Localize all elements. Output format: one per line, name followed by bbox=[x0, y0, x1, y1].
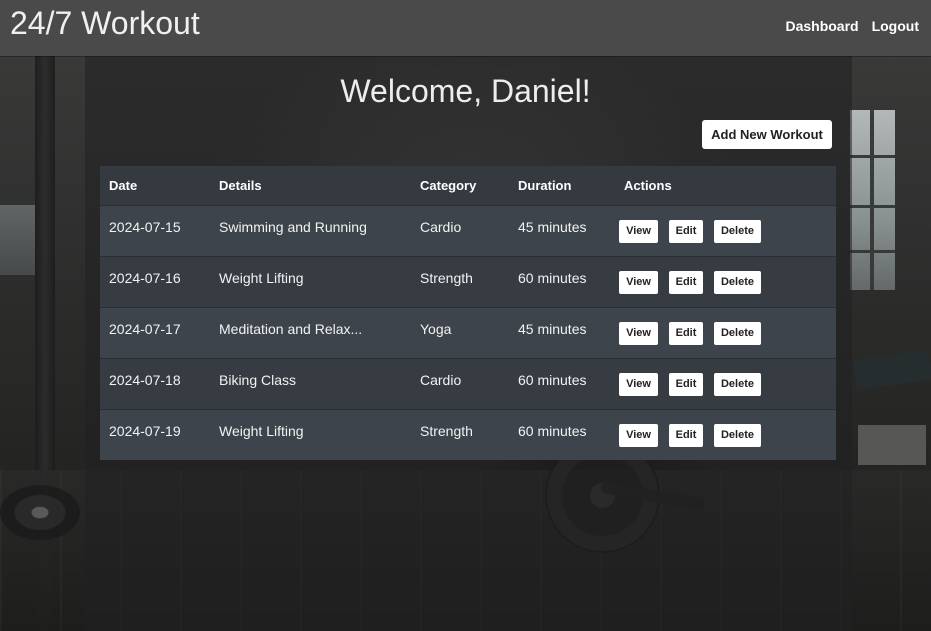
background-dumbbell bbox=[0, 485, 80, 540]
background-bench bbox=[853, 349, 931, 391]
edit-button[interactable]: Edit bbox=[669, 219, 703, 243]
cell-category: Cardio bbox=[420, 371, 462, 388]
edit-button[interactable]: Edit bbox=[669, 423, 703, 447]
column-header-details: Details bbox=[219, 177, 262, 193]
cell-details: Weight Lifting bbox=[219, 269, 304, 286]
cell-actions: View Edit Delete bbox=[615, 205, 836, 256]
nav-dashboard-link[interactable]: Dashboard bbox=[785, 18, 858, 35]
cell-duration: 45 minutes bbox=[518, 320, 587, 337]
delete-button[interactable]: Delete bbox=[714, 321, 761, 345]
delete-button[interactable]: Delete bbox=[714, 270, 761, 294]
column-header-category: Category bbox=[420, 177, 477, 193]
page-title: Welcome, Daniel! bbox=[340, 73, 591, 109]
column-header-date: Date bbox=[109, 177, 138, 193]
cell-details: Meditation and Relax... bbox=[219, 320, 363, 337]
edit-button[interactable]: Edit bbox=[669, 321, 703, 345]
table-row: 2024-07-17 Meditation and Relax... Yoga … bbox=[100, 307, 836, 358]
view-button[interactable]: View bbox=[619, 372, 658, 396]
view-button[interactable]: View bbox=[619, 423, 658, 447]
table-row: 2024-07-15 Swimming and Running Cardio 4… bbox=[100, 205, 836, 256]
background-box bbox=[858, 425, 926, 465]
workouts-table: Date Details Category Duration Actions 2… bbox=[100, 166, 836, 460]
cell-details: Biking Class bbox=[219, 371, 297, 388]
cell-date: 2024-07-19 bbox=[109, 422, 181, 439]
column-header-duration: Duration bbox=[518, 177, 572, 193]
background-left-window bbox=[0, 205, 35, 275]
workouts-table-container: Date Details Category Duration Actions 2… bbox=[100, 166, 836, 460]
cell-date: 2024-07-15 bbox=[109, 218, 181, 235]
add-new-workout-button[interactable]: Add New Workout bbox=[702, 120, 832, 149]
view-button[interactable]: View bbox=[619, 219, 658, 243]
nav-links: Dashboard Logout bbox=[785, 18, 919, 35]
cell-duration: 60 minutes bbox=[518, 371, 587, 388]
cell-actions: View Edit Delete bbox=[615, 358, 836, 409]
cell-date: 2024-07-17 bbox=[109, 320, 181, 337]
cell-category: Cardio bbox=[420, 218, 462, 235]
edit-button[interactable]: Edit bbox=[669, 372, 703, 396]
view-button[interactable]: View bbox=[619, 270, 658, 294]
cell-date: 2024-07-18 bbox=[109, 371, 181, 388]
view-button[interactable]: View bbox=[619, 321, 658, 345]
table-header-row: Date Details Category Duration Actions bbox=[100, 166, 836, 205]
delete-button[interactable]: Delete bbox=[714, 219, 761, 243]
brand-title: 24/7 Workout bbox=[10, 5, 200, 41]
delete-button[interactable]: Delete bbox=[714, 423, 761, 447]
delete-button[interactable]: Delete bbox=[714, 372, 761, 396]
cell-duration: 45 minutes bbox=[518, 218, 587, 235]
cell-category: Strength bbox=[420, 269, 473, 286]
edit-button[interactable]: Edit bbox=[669, 270, 703, 294]
cell-category: Yoga bbox=[420, 320, 452, 337]
table-row: 2024-07-19 Weight Lifting Strength 60 mi… bbox=[100, 409, 836, 460]
cell-details: Swimming and Running bbox=[219, 218, 367, 235]
nav-logout-link[interactable]: Logout bbox=[872, 18, 919, 35]
cell-actions: View Edit Delete bbox=[615, 409, 836, 460]
top-navbar: 24/7 Workout Dashboard Logout bbox=[0, 0, 931, 56]
column-header-actions: Actions bbox=[624, 177, 672, 193]
cell-details: Weight Lifting bbox=[219, 422, 304, 439]
table-row: 2024-07-18 Biking Class Cardio 60 minute… bbox=[100, 358, 836, 409]
cell-date: 2024-07-16 bbox=[109, 269, 181, 286]
cell-category: Strength bbox=[420, 422, 473, 439]
table-row: 2024-07-16 Weight Lifting Strength 60 mi… bbox=[100, 256, 836, 307]
cell-actions: View Edit Delete bbox=[615, 307, 836, 358]
background-window bbox=[850, 110, 895, 290]
cell-duration: 60 minutes bbox=[518, 269, 587, 286]
cell-actions: View Edit Delete bbox=[615, 256, 836, 307]
cell-duration: 60 minutes bbox=[518, 422, 587, 439]
